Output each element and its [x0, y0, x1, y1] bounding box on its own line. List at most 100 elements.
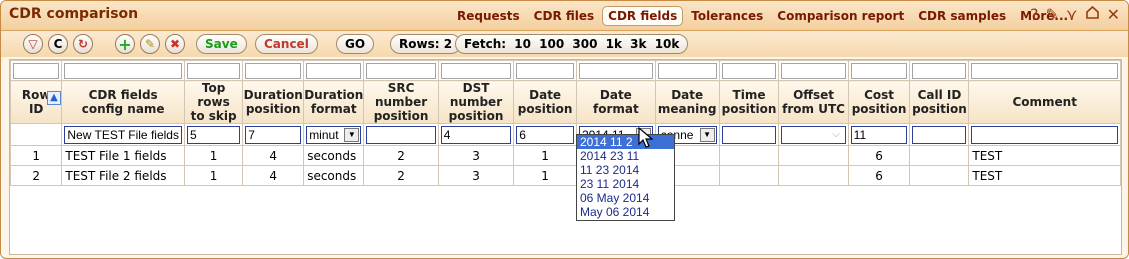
- call-id-position-input[interactable]: [912, 125, 967, 144]
- filter-top-rows[interactable]: [186, 62, 241, 79]
- column-header-cost-position[interactable]: Cost position: [847, 80, 911, 124]
- edit-cell: minut ▼: [303, 123, 365, 146]
- add-icon[interactable]: +: [115, 34, 135, 54]
- date-format-option[interactable]: 23 11 2014: [577, 177, 674, 191]
- save-button[interactable]: Save: [196, 34, 247, 54]
- delete-icon[interactable]: ✖: [165, 34, 185, 54]
- date-format-option[interactable]: 2014 23 11: [577, 149, 674, 163]
- offset-utc-select[interactable]: ⌵: [781, 125, 846, 144]
- duration-format-value: minut: [309, 127, 339, 142]
- edit-cell: [718, 123, 780, 146]
- sort-arrow-icon[interactable]: ▲: [47, 91, 61, 105]
- column-header-time-position[interactable]: Time position: [718, 80, 780, 124]
- refresh-icon[interactable]: ↻: [73, 34, 93, 54]
- column-header-src-position[interactable]: SRC number position: [363, 80, 439, 124]
- table-cell: TEST File 2 fields: [61, 165, 185, 186]
- cancel-button[interactable]: Cancel: [255, 34, 318, 54]
- filter-date-meaning[interactable]: [657, 62, 717, 79]
- table-cell: 2: [10, 165, 63, 186]
- date-position-input[interactable]: 6: [516, 125, 574, 144]
- edit-cell: 5: [183, 123, 244, 146]
- table-cell: seconds: [303, 145, 365, 166]
- duration-format-select[interactable]: minut ▼: [306, 125, 362, 144]
- filter-config-name[interactable]: [64, 62, 182, 79]
- date-format-option[interactable]: 11 23 2014: [577, 163, 674, 177]
- filter-date-position[interactable]: [516, 62, 574, 79]
- table-cell: 3: [437, 145, 515, 166]
- filter-cost-position[interactable]: [850, 62, 908, 79]
- tab-cdr-samples[interactable]: CDR samples: [912, 6, 1012, 26]
- tab-comparison-report[interactable]: Comparison report: [771, 6, 910, 26]
- fetch-option-1k[interactable]: 1k: [606, 37, 622, 51]
- tab-cdr-files[interactable]: CDR files: [528, 6, 600, 26]
- table-cell: TEST: [968, 145, 1121, 166]
- date-format-option[interactable]: 06 May 2014: [577, 191, 674, 205]
- filter-icon[interactable]: ▽: [23, 34, 43, 54]
- tab-requests[interactable]: Requests: [451, 6, 526, 26]
- fetch-option-3k[interactable]: 3k: [630, 37, 646, 51]
- filter-duration-position[interactable]: [245, 62, 302, 79]
- filter-dst-position[interactable]: [440, 62, 512, 79]
- column-header-top-rows[interactable]: Top rows to skip: [183, 80, 244, 124]
- fetch-selector: Fetch: 10 100 300 1k 3k 10k: [455, 34, 689, 54]
- edit-icon[interactable]: ✎: [140, 34, 160, 54]
- table-row[interactable]: 1 TEST File 1 fields 1 4 seconds 2 3 1 6…: [10, 145, 1121, 166]
- collapse-chevron-icon[interactable]: ⋎: [1066, 5, 1078, 25]
- dst-position-input[interactable]: 4: [440, 125, 512, 144]
- help-icon[interactable]: ?: [1030, 5, 1039, 25]
- filter-src-position[interactable]: [366, 62, 436, 79]
- maximize-icon[interactable]: [1085, 5, 1100, 25]
- tab-tolerances[interactable]: Tolerances: [685, 6, 769, 26]
- dropdown-arrow-icon[interactable]: ▼: [699, 127, 715, 142]
- table-cell: 2: [363, 165, 439, 186]
- config-name-input[interactable]: New TEST File fields: [64, 125, 182, 144]
- edit-cell: [909, 123, 970, 146]
- dropdown-arrow-icon[interactable]: ▼: [344, 127, 360, 142]
- filter-call-id-position[interactable]: [912, 62, 967, 79]
- table-row[interactable]: 2 TEST File 2 fields 1 4 seconds 2 3 1 6…: [10, 165, 1121, 186]
- filter-date-format[interactable]: [579, 62, 653, 79]
- edit-cell: 6: [513, 123, 577, 146]
- filter-offset-utc[interactable]: [781, 62, 846, 79]
- filter-row: [10, 60, 1121, 81]
- src-position-input[interactable]: [366, 125, 436, 144]
- fetch-option-100[interactable]: 100: [539, 37, 564, 51]
- go-button[interactable]: GO: [336, 34, 375, 54]
- filter-duration-format[interactable]: [306, 62, 362, 79]
- column-header-call-id-position[interactable]: Call ID position: [909, 80, 970, 124]
- fetch-option-300[interactable]: 300: [572, 37, 597, 51]
- filter-time-position[interactable]: [721, 62, 777, 79]
- fetch-option-10[interactable]: 10: [514, 37, 531, 51]
- chevron-down-icon[interactable]: ⌵: [829, 128, 844, 142]
- date-format-option[interactable]: May 06 2014: [577, 205, 674, 219]
- edit-pencil-icon[interactable]: ✎: [1045, 5, 1058, 25]
- column-header-date-format[interactable]: Date format: [576, 80, 656, 124]
- fetch-label: Fetch:: [464, 37, 507, 51]
- column-header-duration-format[interactable]: Duration format: [303, 80, 365, 124]
- time-position-input[interactable]: [721, 125, 777, 144]
- column-header-offset-utc[interactable]: Offset from UTC: [778, 80, 849, 124]
- filter-comment[interactable]: [971, 62, 1118, 79]
- date-format-option[interactable]: 2014 11 2: [577, 135, 674, 149]
- column-header-date-position[interactable]: Date position: [513, 80, 577, 124]
- table-cell: 1: [10, 145, 63, 166]
- clear-filter-button[interactable]: C: [48, 34, 68, 54]
- column-header-comment[interactable]: Comment: [968, 80, 1121, 124]
- comment-input[interactable]: [971, 125, 1118, 144]
- close-icon[interactable]: ✕: [1107, 5, 1120, 25]
- filter-cell: [363, 60, 439, 81]
- filter-cell: [183, 60, 244, 81]
- column-header-config-name[interactable]: CDR fields config name: [61, 80, 185, 124]
- column-header-duration-position[interactable]: Duration position: [242, 80, 305, 124]
- cost-position-input[interactable]: 11: [850, 125, 908, 144]
- column-header-dst-position[interactable]: DST number position: [437, 80, 515, 124]
- new-record-edit-row: New TEST File fields 5 7 minut ▼ 4 6 2014…: [10, 123, 1121, 146]
- duration-position-input[interactable]: 7: [245, 125, 302, 144]
- fetch-option-10k[interactable]: 10k: [655, 37, 680, 51]
- table-cell: TEST: [968, 165, 1121, 186]
- tab-cdr-fields[interactable]: CDR fields: [602, 6, 684, 26]
- filter-row-id[interactable]: [13, 62, 60, 79]
- app-window: CDR comparison Requests CDR files CDR fi…: [0, 0, 1129, 259]
- top-rows-input[interactable]: 5: [186, 125, 241, 144]
- column-header-date-meaning[interactable]: Date meaning: [654, 80, 720, 124]
